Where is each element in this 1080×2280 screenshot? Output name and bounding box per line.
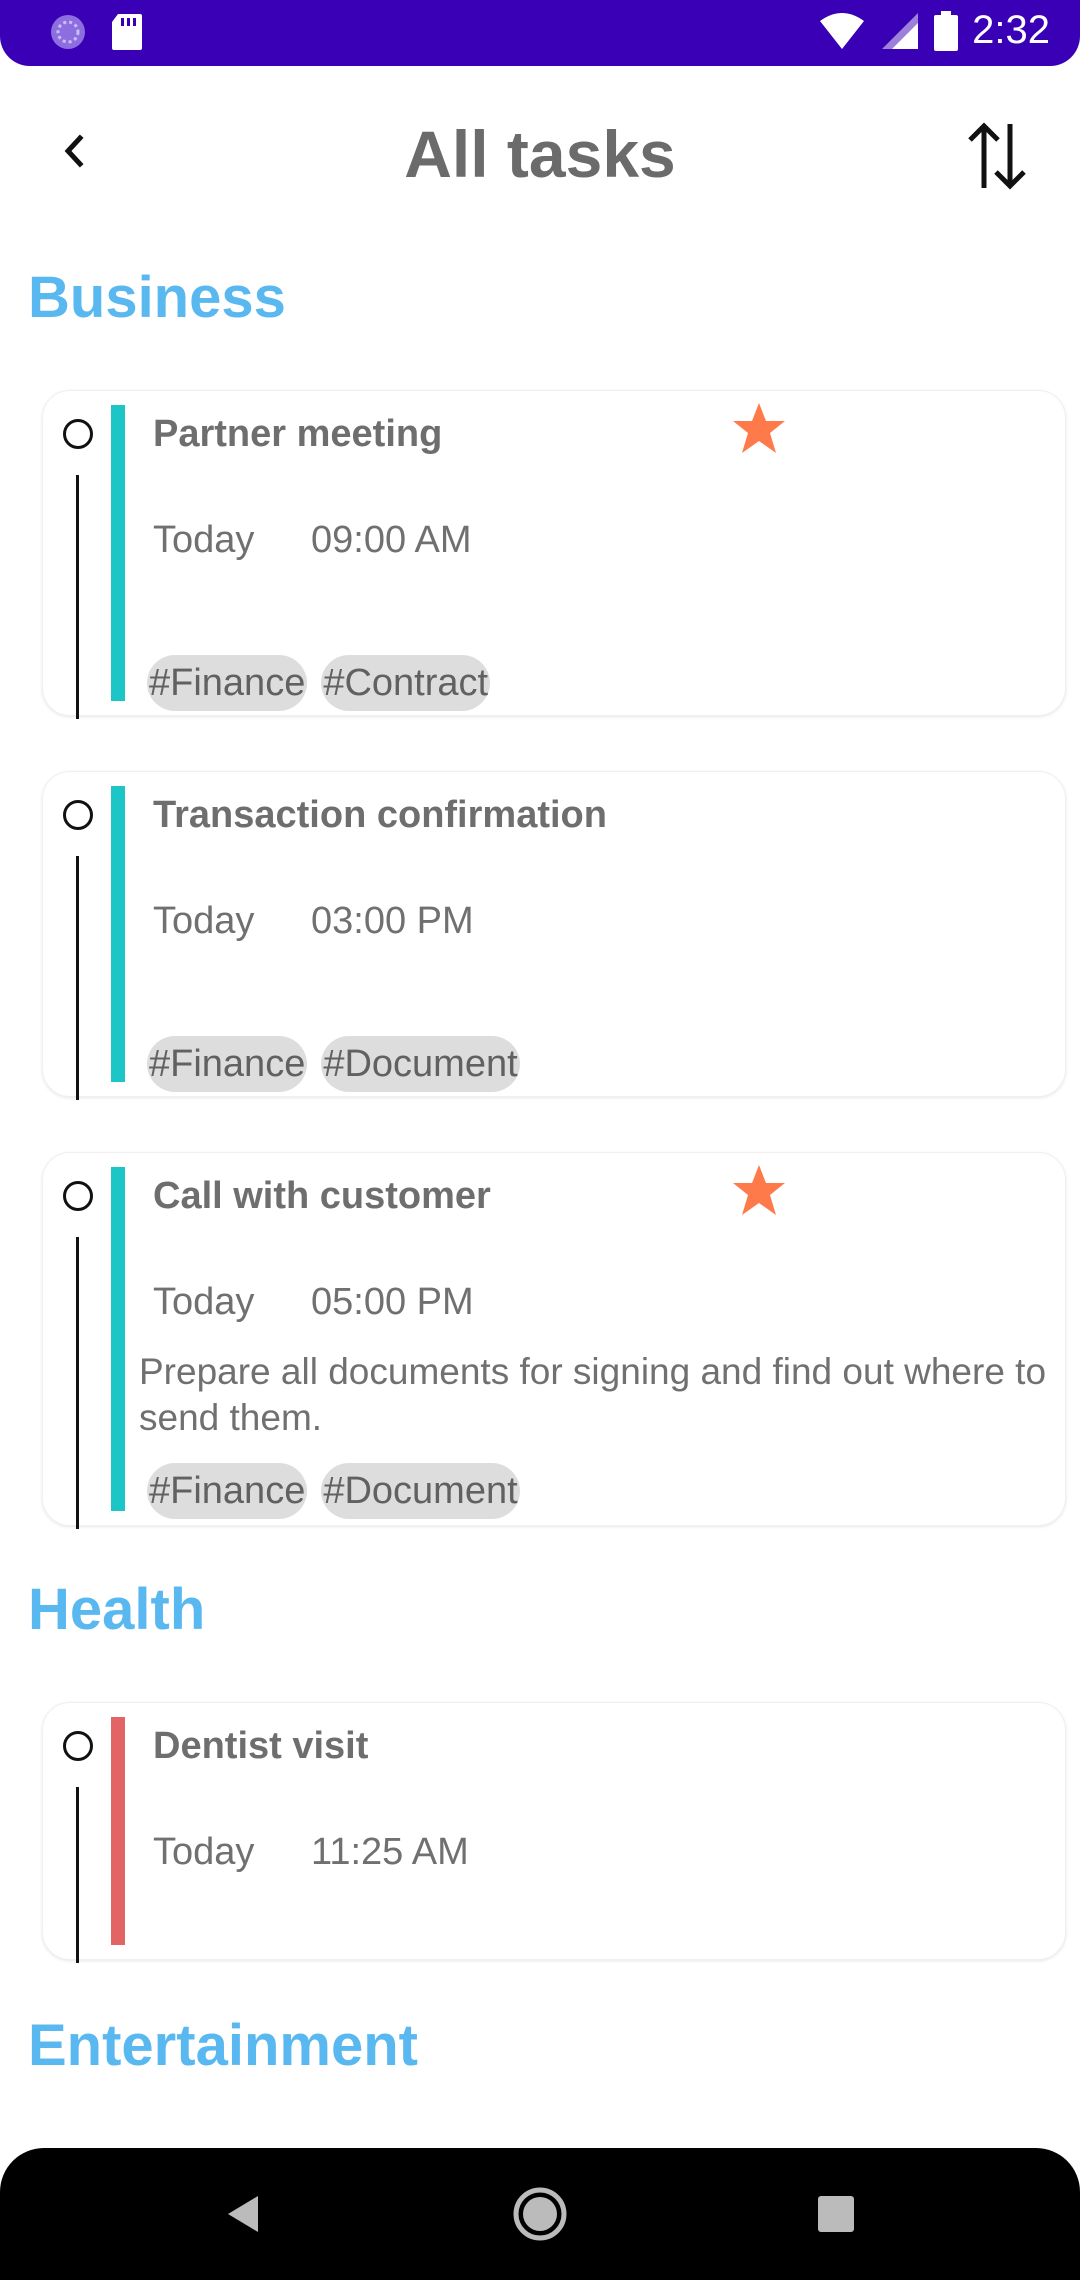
sd-card-icon	[112, 14, 142, 50]
category-color-stripe	[111, 786, 125, 1082]
task-date: Today	[153, 900, 255, 942]
task-time: 11:25 AM	[311, 1831, 469, 1873]
task-title: Dentist visit	[153, 1725, 369, 1767]
timeline-line	[76, 1237, 79, 1529]
section-title-business: Business	[28, 265, 286, 330]
tag-chip[interactable]: #Finance	[147, 655, 308, 711]
tag-chip[interactable]: #Document	[321, 1463, 520, 1519]
task-time: 05:00 PM	[311, 1281, 474, 1323]
task-title: Call with customer	[153, 1175, 491, 1217]
sort-arrows-icon	[968, 122, 1026, 190]
timeline-line	[76, 856, 79, 1100]
task-complete-toggle[interactable]	[63, 419, 93, 449]
tag-list: #Finance #Document	[147, 1036, 520, 1092]
tag-list: #Finance #Document	[147, 1463, 520, 1519]
category-color-stripe	[111, 1717, 125, 1945]
app-bar: All tasks	[0, 66, 1080, 246]
nav-back-icon[interactable]	[212, 2182, 276, 2246]
tag-chip[interactable]: #Contract	[321, 655, 491, 711]
battery-icon	[934, 10, 959, 51]
task-title: Transaction confirmation	[153, 794, 607, 836]
task-date: Today	[153, 519, 255, 561]
task-complete-toggle[interactable]	[63, 1731, 93, 1761]
task-card[interactable]: Dentist visit Today 11:25 AM	[42, 1702, 1066, 1963]
status-bar: 2:32	[0, 0, 1080, 66]
task-date: Today	[153, 1281, 255, 1323]
star-icon[interactable]	[729, 1161, 789, 1221]
task-card[interactable]: Partner meeting Today 09:00 AM #Finance …	[42, 390, 1066, 719]
task-description: Prepare all documents for signing and fi…	[139, 1351, 1047, 1438]
tag-chip[interactable]: #Finance	[147, 1463, 308, 1519]
section-title-health: Health	[28, 1577, 206, 1642]
app-notification-icon	[51, 15, 85, 49]
category-color-stripe	[111, 405, 125, 701]
page-title: All tasks	[404, 117, 676, 191]
task-title: Partner meeting	[153, 413, 443, 455]
task-date: Today	[153, 1831, 255, 1873]
tag-list: #Finance #Contract	[147, 655, 491, 711]
timeline-line	[76, 1787, 79, 1963]
task-card[interactable]: Transaction confirmation Today 03:00 PM …	[42, 771, 1066, 1100]
tag-chip[interactable]: #Finance	[147, 1036, 308, 1092]
tag-chip[interactable]: #Document	[321, 1036, 520, 1092]
task-complete-toggle[interactable]	[63, 1181, 93, 1211]
star-icon[interactable]	[729, 399, 789, 459]
task-complete-toggle[interactable]	[63, 800, 93, 830]
timeline-line	[76, 475, 79, 719]
system-nav-bar	[0, 2148, 1080, 2280]
task-card[interactable]: Call with customer Today 05:00 PM Prepar…	[42, 1152, 1066, 1529]
task-time: 03:00 PM	[311, 900, 474, 942]
category-color-stripe	[111, 1167, 125, 1511]
task-time: 09:00 AM	[311, 519, 472, 561]
section-title-entertainment: Entertainment	[28, 2013, 418, 2078]
sort-button[interactable]	[962, 116, 1032, 196]
wifi-icon	[820, 12, 865, 49]
status-time: 2:32	[972, 8, 1050, 52]
nav-home-icon[interactable]	[508, 2182, 572, 2246]
nav-recents-icon[interactable]	[804, 2182, 868, 2246]
cell-signal-icon	[882, 12, 919, 49]
